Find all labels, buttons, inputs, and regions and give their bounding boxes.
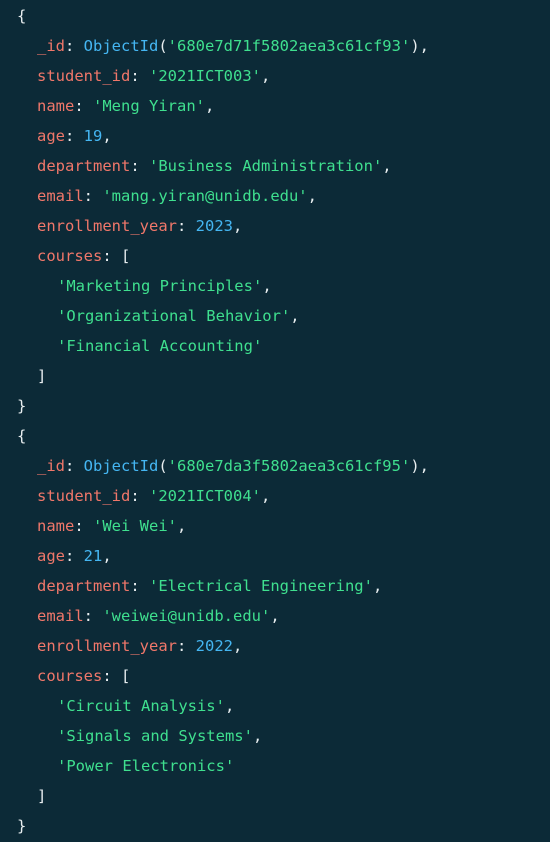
field-id: _id: ObjectId('680e7d71f5802aea3c61cf93'… xyxy=(37,37,429,55)
field-department: department: 'Business Administration', xyxy=(37,157,392,175)
document-open-brace: { xyxy=(17,427,27,445)
field-name: name: 'Meng Yiran', xyxy=(37,97,215,115)
field-age: age: 19, xyxy=(37,127,112,145)
document-open-brace: { xyxy=(17,7,27,25)
field-student-id: student_id: '2021ICT004', xyxy=(37,487,271,505)
courses-close-bracket: ] xyxy=(37,787,47,805)
field-value: '2021ICT003' xyxy=(149,67,261,85)
document-block: { _id: ObjectId('680e7da3f5802aea3c61cf9… xyxy=(0,421,550,841)
field-key: courses xyxy=(37,247,103,265)
field-value: 2023 xyxy=(195,217,233,235)
field-name: name: 'Wei Wei', xyxy=(37,517,187,535)
field-value: 'Business Administration' xyxy=(149,157,383,175)
field-key: _id xyxy=(37,37,65,55)
field-value: '680e7d71f5802aea3c61cf93' xyxy=(167,37,411,55)
code-output: { _id: ObjectId('680e7d71f5802aea3c61cf9… xyxy=(0,0,550,841)
field-value: 2022 xyxy=(195,637,233,655)
document-close-brace: } xyxy=(17,397,27,415)
field-value: 21 xyxy=(83,547,103,565)
field-courses: courses: [ xyxy=(37,667,131,685)
field-age: age: 21, xyxy=(37,547,112,565)
course-item: 'Signals and Systems', xyxy=(57,727,263,745)
mongo-shell-output: { "documents": [ { "open_brace": "{", "c… xyxy=(0,0,550,842)
courses-close-bracket: ] xyxy=(37,367,47,385)
course-item: 'Organizational Behavior', xyxy=(57,307,300,325)
field-department: department: 'Electrical Engineering', xyxy=(37,577,383,595)
field-key: enrollment_year xyxy=(37,217,177,235)
field-value: 'weiwei@unidb.edu' xyxy=(102,607,271,625)
field-key: age xyxy=(37,127,65,145)
field-key: age xyxy=(37,547,65,565)
field-key: enrollment_year xyxy=(37,637,177,655)
field-enrollment-year: enrollment_year: 2022, xyxy=(37,637,243,655)
field-value: '680e7da3f5802aea3c61cf95' xyxy=(167,457,411,475)
field-value: 'Electrical Engineering' xyxy=(149,577,373,595)
objectid-function: ObjectId xyxy=(83,457,159,475)
field-key: _id xyxy=(37,457,65,475)
field-key: department xyxy=(37,577,131,595)
field-key: name xyxy=(37,517,75,535)
field-value: 'mang.yiran@unidb.edu' xyxy=(102,187,308,205)
course-item: 'Power Electronics' xyxy=(57,757,235,775)
field-value: 'Wei Wei' xyxy=(93,517,177,535)
objectid-function: ObjectId xyxy=(83,37,159,55)
field-value: 'Meng Yiran' xyxy=(93,97,205,115)
field-key: courses xyxy=(37,667,103,685)
field-key: email xyxy=(37,607,84,625)
course-item: 'Marketing Principles', xyxy=(57,277,272,295)
field-value: 19 xyxy=(83,127,103,145)
field-key: email xyxy=(37,187,84,205)
document-block: { _id: ObjectId('680e7d71f5802aea3c61cf9… xyxy=(0,1,550,421)
field-enrollment-year: enrollment_year: 2023, xyxy=(37,217,243,235)
field-key: student_id xyxy=(37,67,131,85)
course-item: 'Circuit Analysis', xyxy=(57,697,235,715)
field-student-id: student_id: '2021ICT003', xyxy=(37,67,271,85)
field-value: '2021ICT004' xyxy=(149,487,261,505)
course-item: 'Financial Accounting' xyxy=(57,337,263,355)
field-email: email: 'mang.yiran@unidb.edu', xyxy=(37,187,317,205)
field-email: email: 'weiwei@unidb.edu', xyxy=(37,607,280,625)
field-key: department xyxy=(37,157,131,175)
field-id: _id: ObjectId('680e7da3f5802aea3c61cf95'… xyxy=(37,457,429,475)
field-key: student_id xyxy=(37,487,131,505)
document-close-brace: } xyxy=(17,817,27,835)
field-courses: courses: [ xyxy=(37,247,131,265)
field-key: name xyxy=(37,97,75,115)
